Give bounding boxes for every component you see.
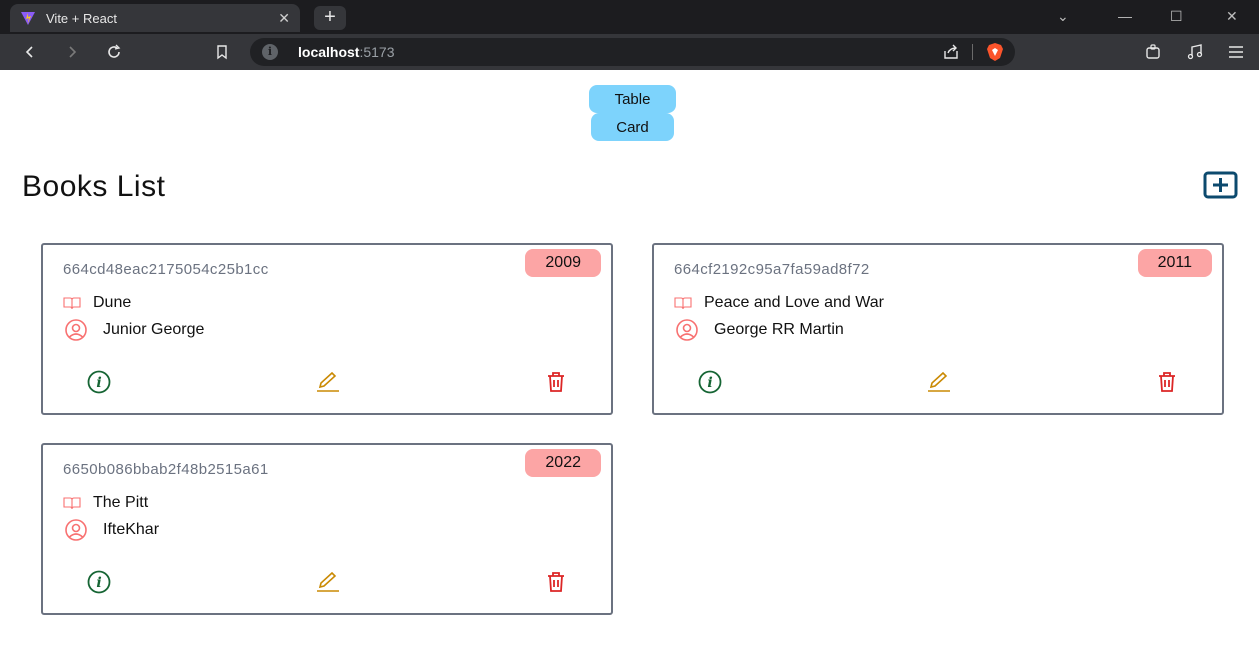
browser-titlebar: Vite + React ✕ + ⌄ — ☐ ✕ [0, 0, 1259, 34]
extensions-icon[interactable] [1142, 40, 1166, 64]
back-icon[interactable] [18, 40, 42, 64]
title-row: Peace and Love and War [674, 294, 884, 312]
add-book-button[interactable] [1203, 171, 1238, 199]
minimize-icon[interactable]: — [1118, 8, 1132, 24]
reload-icon[interactable] [102, 40, 126, 64]
title-row: Dune [63, 294, 131, 312]
delete-button[interactable] [540, 569, 572, 595]
delete-button[interactable] [1151, 369, 1183, 395]
delete-button[interactable] [540, 369, 572, 395]
divider [972, 44, 973, 60]
trash-icon [1159, 372, 1175, 392]
book-title: Dune [93, 294, 132, 311]
bookmark-icon[interactable] [210, 40, 234, 64]
user-circle-icon [65, 319, 87, 341]
book-card: 2011 664cf2192c95a7fa59ad8f72 Peace and … [652, 243, 1224, 415]
book-id: 6650b086bbab2f48b2515a61 [63, 461, 269, 478]
maximize-icon[interactable]: ☐ [1170, 8, 1183, 25]
trash-icon [548, 372, 564, 392]
svg-text:i: i [707, 375, 712, 391]
close-window-icon[interactable]: ✕ [1226, 8, 1238, 25]
book-icon [63, 297, 81, 310]
info-button[interactable]: i [83, 569, 115, 595]
tab-close-icon[interactable]: ✕ [278, 10, 290, 27]
book-icon [674, 297, 692, 310]
info-icon: i [698, 370, 722, 394]
info-icon: i [87, 570, 111, 594]
author-row: Junior George [63, 319, 204, 341]
edit-button[interactable] [312, 369, 344, 395]
user-circle-icon [676, 319, 698, 341]
book-id: 664cd48eac2175054c25b1cc [63, 261, 269, 278]
tab-title: Vite + React [46, 10, 117, 26]
svg-text:i: i [96, 375, 101, 391]
brave-shield-icon[interactable] [985, 42, 1005, 62]
book-author: IfteKhar [103, 521, 160, 538]
book-card: 2009 664cd48eac2175054c25b1cc Dune Junio… [41, 243, 613, 415]
menu-icon[interactable] [1224, 40, 1248, 64]
browser-tab[interactable]: Vite + React ✕ [10, 4, 300, 32]
card-view-button[interactable]: Card [591, 113, 674, 141]
browser-toolbar: i localhost:5173 [0, 34, 1259, 70]
info-button[interactable]: i [83, 369, 115, 395]
info-button[interactable]: i [694, 369, 726, 395]
book-title: The Pitt [93, 494, 149, 511]
new-tab-button[interactable]: + [314, 6, 346, 30]
book-id: 664cf2192c95a7fa59ad8f72 [674, 261, 870, 278]
url-host: localhost [298, 44, 360, 60]
chevron-down-icon[interactable]: ⌄ [1057, 8, 1069, 25]
book-title: Peace and Love and War [704, 294, 884, 311]
user-circle-icon [65, 519, 87, 541]
share-icon[interactable] [942, 44, 960, 60]
author-row: IfteKhar [63, 519, 159, 541]
address-bar[interactable]: i localhost:5173 [250, 38, 1015, 66]
svg-text:i: i [96, 575, 101, 591]
info-icon: i [87, 370, 111, 394]
url-port: :5173 [359, 44, 395, 60]
book-author: George RR Martin [714, 321, 844, 338]
pencil-icon [317, 571, 339, 592]
book-author: Junior George [103, 321, 205, 338]
page-title: Books List [22, 170, 166, 203]
title-row: The Pitt [63, 494, 148, 512]
edit-button[interactable] [923, 369, 955, 395]
year-badge: 2022 [525, 449, 601, 477]
trash-icon [548, 572, 564, 592]
author-row: George RR Martin [674, 319, 844, 341]
pencil-icon [928, 371, 950, 392]
year-badge: 2011 [1137, 249, 1212, 277]
forward-icon[interactable] [60, 40, 84, 64]
book-card: 2022 6650b086bbab2f48b2515a61 The Pitt I… [41, 443, 613, 615]
pencil-icon [317, 371, 339, 392]
site-info-icon[interactable]: i [262, 44, 278, 60]
book-icon [63, 497, 81, 510]
edit-button[interactable] [312, 569, 344, 595]
year-badge: 2009 [525, 249, 601, 277]
media-icon[interactable] [1183, 40, 1207, 64]
table-view-button[interactable]: Table [589, 85, 676, 113]
vite-logo-icon [21, 12, 35, 25]
